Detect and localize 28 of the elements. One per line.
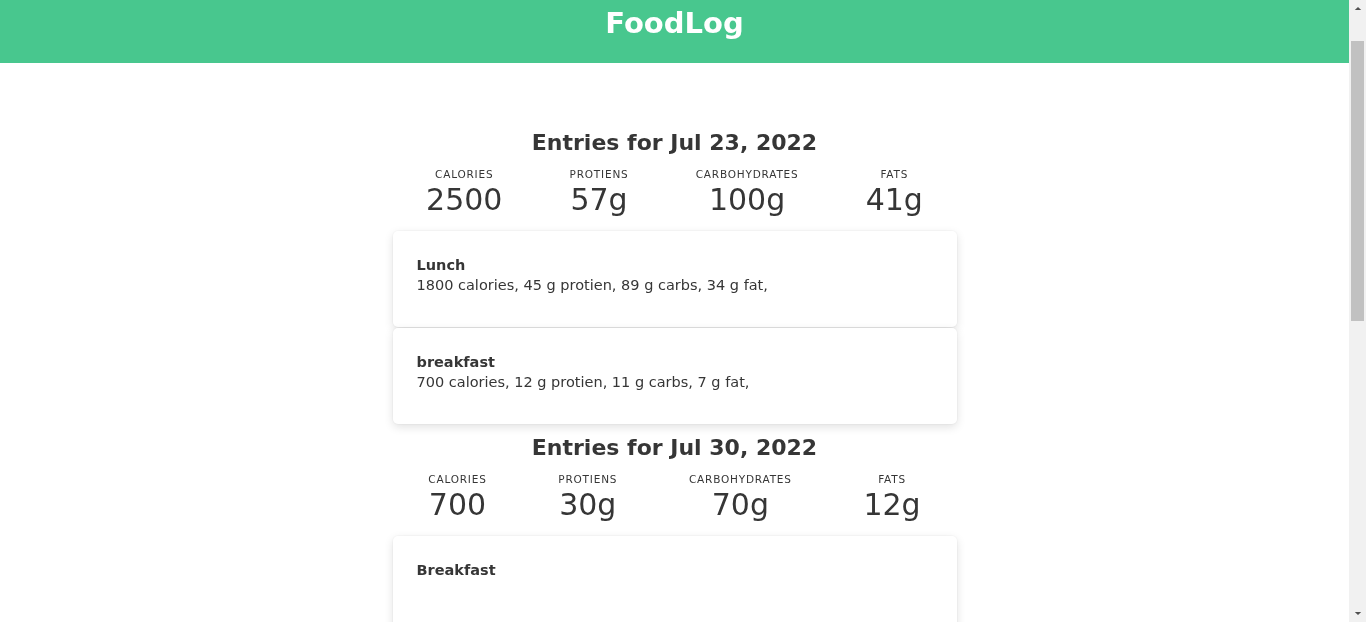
stat-value: 41g — [865, 182, 923, 217]
entry-summary: 700 calories, 12 g protien, 11 g carbs, 7 g fat, — [416, 374, 751, 390]
day-heading: Entries for Jul 23, 2022 — [531, 129, 818, 157]
stat-value: 100g — [708, 182, 786, 217]
stat-value: 57g — [570, 182, 628, 217]
scroll-thumb[interactable] — [1351, 41, 1364, 321]
scroll-up-icon[interactable] — [1353, 6, 1362, 11]
entry-name: Breakfast — [416, 562, 497, 578]
scroll-down-icon[interactable] — [1353, 611, 1362, 616]
stat-label: FATS — [878, 473, 906, 485]
day-heading: Entries for Jul 30, 2022 — [531, 434, 818, 462]
stat-label: CARBOHYDRATES — [695, 168, 799, 180]
stat-value: 12g — [863, 487, 921, 522]
stat-value: 700 — [428, 487, 487, 522]
stat-label: FATS — [880, 168, 909, 180]
stat-label: CALORIES — [428, 473, 487, 485]
stat-label: PROTIENS — [558, 473, 618, 485]
stat-label: CARBOHYDRATES — [688, 473, 792, 485]
stat-value: 2500 — [426, 182, 503, 217]
entry-summary: 1800 calories, 45 g protien, 89 g carbs, 34 g fat, — [416, 277, 769, 293]
stat-value: 30g — [559, 487, 617, 522]
entry-name: breakfast — [416, 354, 496, 370]
stat-label: CALORIES — [435, 168, 494, 180]
scrollbar[interactable] — [1349, 0, 1366, 622]
stat-label: PROTIENS — [569, 168, 629, 180]
entry-name: Lunch — [416, 257, 467, 273]
app-title: FoodLog — [605, 6, 744, 40]
stat-value: 70g — [711, 487, 769, 522]
